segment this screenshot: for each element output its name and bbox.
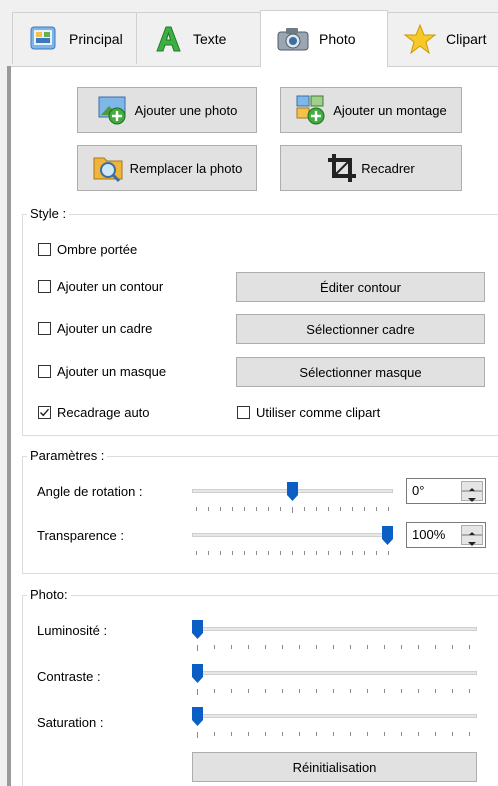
tab-principal[interactable]: Principal: [12, 12, 137, 64]
rotation-up-button[interactable]: [461, 481, 483, 492]
contrast-label: Contraste :: [37, 669, 101, 684]
transparency-spinbox[interactable]: 100%: [406, 522, 486, 548]
add-frame-label: Ajouter un cadre: [57, 321, 153, 336]
home-screen-icon: [30, 26, 56, 49]
transparency-slider-thumb[interactable]: [382, 526, 393, 545]
transparency-down-button[interactable]: [461, 535, 483, 546]
add-outline-checkbox[interactable]: [38, 280, 51, 293]
transparency-label: Transparence :: [37, 528, 124, 543]
tab-clipart[interactable]: Clipart: [387, 12, 498, 64]
transparency-slider-ticks: [196, 551, 389, 555]
camera-icon: [277, 28, 309, 51]
saturation-slider-thumb[interactable]: [192, 707, 203, 726]
add-montage-button[interactable]: Ajouter un montage: [280, 87, 462, 133]
add-photo-button[interactable]: Ajouter une photo: [77, 87, 257, 133]
saturation-slider-track[interactable]: [192, 714, 477, 718]
letter-a-icon: [156, 26, 181, 51]
brightness-slider-ticks: [197, 645, 470, 651]
auto-crop-label: Recadrage auto: [57, 405, 150, 420]
add-montage-label: Ajouter un montage: [333, 102, 447, 118]
select-mask-button[interactable]: Sélectionner masque: [236, 357, 485, 387]
brightness-slider-track[interactable]: [192, 627, 477, 631]
add-image-icon: [98, 96, 126, 125]
tab-label: Texte: [193, 30, 227, 47]
crop-button[interactable]: Recadrer: [280, 145, 462, 191]
arrow-down-icon: [468, 542, 476, 546]
select-frame-button[interactable]: Sélectionner cadre: [236, 314, 485, 344]
rotation-slider-thumb[interactable]: [287, 482, 298, 501]
rotation-slider-ticks: [196, 507, 389, 513]
replace-photo-button[interactable]: Remplacer la photo: [77, 145, 257, 191]
crop-label: Recadrer: [361, 160, 415, 176]
use-as-clipart-checkbox[interactable]: [237, 406, 250, 419]
rotation-spinbox[interactable]: 0°: [406, 478, 486, 504]
tab-bar: Principal Texte Photo Clipart: [0, 0, 498, 67]
add-outline-label: Ajouter un contour: [57, 279, 164, 294]
crop-icon: [328, 154, 357, 182]
replace-photo-label: Remplacer la photo: [129, 160, 243, 176]
edit-outline-button[interactable]: Éditer contour: [236, 272, 485, 302]
add-photo-label: Ajouter une photo: [134, 102, 238, 118]
contrast-slider-ticks: [197, 689, 470, 695]
tab-texte[interactable]: Texte: [136, 12, 261, 64]
saturation-label: Saturation :: [37, 715, 104, 730]
rotation-down-button[interactable]: [461, 491, 483, 502]
add-montage-icon: [296, 95, 325, 125]
reset-button[interactable]: Réinitialisation: [192, 752, 477, 782]
style-group-title: Style :: [27, 206, 70, 221]
transparency-value: 100%: [412, 527, 446, 542]
add-frame-checkbox[interactable]: [38, 322, 51, 335]
photo-group-title: Photo:: [27, 587, 71, 602]
add-mask-label: Ajouter un masque: [57, 364, 167, 379]
saturation-slider-ticks: [197, 732, 470, 738]
brightness-label: Luminosité :: [37, 623, 108, 638]
drop-shadow-checkbox[interactable]: [38, 243, 51, 256]
add-mask-checkbox[interactable]: [38, 365, 51, 378]
contrast-slider-thumb[interactable]: [192, 664, 203, 683]
replace-photo-icon: [93, 157, 123, 183]
tab-photo[interactable]: Photo: [260, 10, 388, 67]
star-icon: [404, 23, 436, 54]
tab-label: Principal: [69, 30, 123, 47]
contrast-slider-track[interactable]: [192, 671, 477, 675]
tab-label: Photo: [319, 31, 356, 47]
checkmark-icon: [40, 408, 50, 417]
transparency-slider-track[interactable]: [192, 533, 393, 537]
use-as-clipart-label: Utiliser comme clipart: [256, 405, 381, 420]
auto-crop-checkbox[interactable]: [38, 406, 51, 419]
parameters-group-title: Paramètres :: [27, 448, 108, 463]
rotation-label: Angle de rotation :: [37, 484, 143, 499]
brightness-slider-thumb[interactable]: [192, 620, 203, 639]
drop-shadow-label: Ombre portée: [57, 242, 138, 257]
rotation-value: 0°: [412, 483, 425, 498]
arrow-down-icon: [468, 498, 476, 502]
transparency-up-button[interactable]: [461, 525, 483, 536]
tab-label: Clipart: [446, 30, 487, 47]
